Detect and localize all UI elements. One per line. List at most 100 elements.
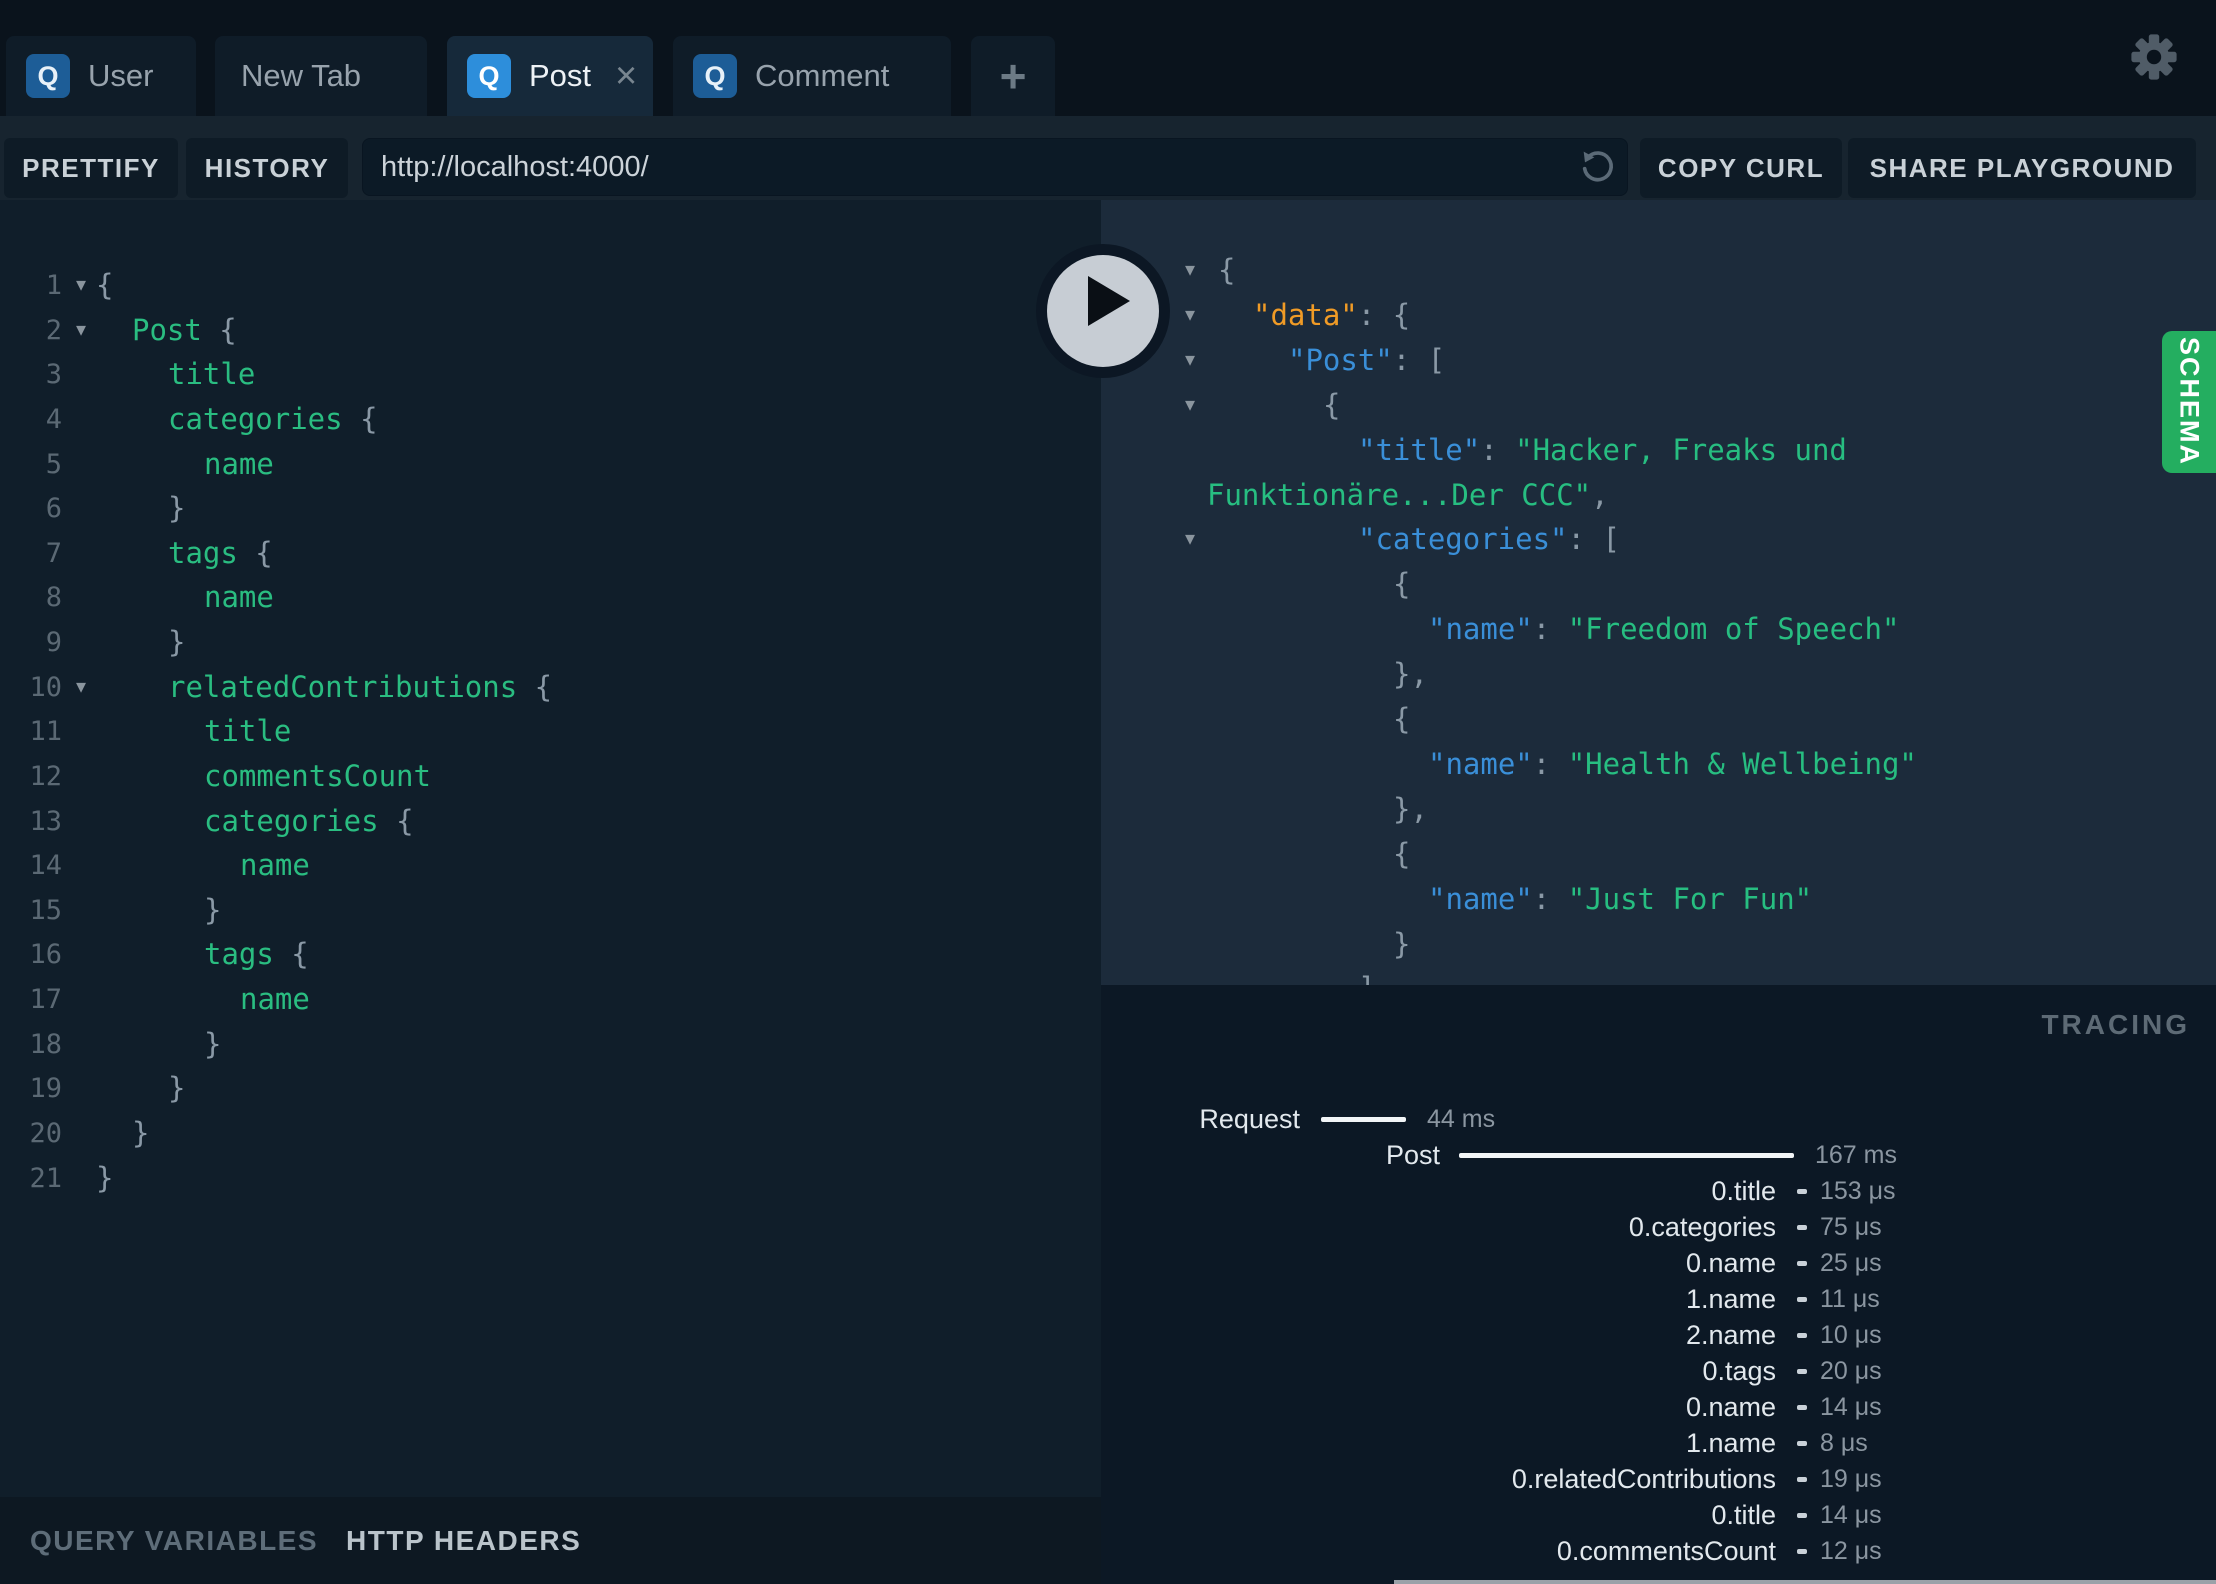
query-line: 19} [0, 1066, 1101, 1111]
prettify-button[interactable]: PRETTIFY [4, 138, 178, 198]
token: { [1393, 836, 1411, 871]
response-line: Funktionäre...Der CCC", [1101, 473, 2216, 518]
query-code: name [204, 575, 274, 620]
response-code: "data": { [1253, 293, 1410, 338]
tracing-duration-bar [1321, 1117, 1406, 1122]
query-code: } [168, 620, 185, 665]
history-button[interactable]: HISTORY [186, 138, 348, 198]
response-line: ▾ "data": { [1101, 293, 2216, 338]
token: { [96, 268, 114, 302]
token: }, [1393, 657, 1428, 692]
add-tab-button[interactable]: + [971, 36, 1055, 116]
fold-arrow-icon[interactable]: ▾ [66, 665, 96, 710]
query-line: 13 categories { [0, 799, 1101, 844]
token: categories [204, 803, 379, 838]
response-code: "Post": [ [1288, 338, 1445, 383]
tab-post[interactable]: Q Post × [447, 36, 653, 116]
tracing-row: 0.relatedContributions 19 μs [1101, 1461, 2216, 1497]
tab-user[interactable]: Q User [6, 36, 196, 116]
line-number: 21 [29, 1162, 62, 1194]
close-tab-icon[interactable]: × [615, 57, 637, 95]
tracing-dash [1797, 1297, 1807, 1302]
tracing-label: 0.relatedContributions [1511, 1464, 1776, 1494]
query-code: } [204, 1022, 221, 1067]
response-code: "categories": [ [1358, 517, 1620, 562]
tracing-row: Request 44 ms [1101, 1101, 2216, 1137]
query-line: 3 title [0, 352, 1101, 397]
query-code: name [240, 843, 310, 888]
tracing-row: 0.title 153 μs [1101, 1173, 2216, 1209]
query-line: 5 name [0, 442, 1101, 487]
token: commentsCount [204, 758, 431, 793]
response-line: ▾ "Post": [ [1101, 338, 2216, 383]
token: relatedContributions [168, 669, 518, 704]
horizontal-scrollbar[interactable] [1394, 1580, 2216, 1584]
tracing-value: 19 μs [1820, 1465, 1882, 1493]
query-code: Post { [132, 308, 237, 353]
tracing-value: 75 μs [1820, 1213, 1882, 1241]
line-number: 15 [29, 894, 62, 926]
line-number: 18 [29, 1028, 62, 1060]
token: } [132, 1115, 150, 1150]
query-line: 2 ▾ Post { [0, 308, 1101, 353]
tracing-row: 2.name 10 μs [1101, 1317, 2216, 1353]
token: : [1532, 881, 1568, 916]
fold-arrow-icon[interactable]: ▾ [1175, 383, 1205, 428]
endpoint-url-wrap [362, 138, 1628, 196]
query-line: 16 tags { [0, 932, 1101, 977]
tracing-label: 0.title [1711, 1500, 1776, 1530]
query-editor[interactable]: 1 ▾{2 ▾ Post {3 title 4 categories {5 name 6} 7 ta… [0, 200, 1101, 1497]
query-code: name [204, 442, 274, 487]
fold-arrow-icon[interactable]: ▾ [1175, 517, 1205, 562]
fold-arrow-icon[interactable]: ▾ [1175, 293, 1205, 338]
tracing-label: 0.categories [1628, 1212, 1776, 1242]
query-code: } [96, 1156, 113, 1201]
token: { [237, 535, 273, 570]
tracing-value: 12 μs [1820, 1537, 1882, 1565]
tracing-dash [1797, 1549, 1807, 1554]
schema-tab-button[interactable]: SCHEMA [2162, 331, 2216, 473]
response-line: ▾{ [1101, 248, 2216, 293]
execute-query-button[interactable] [1036, 244, 1170, 378]
token: "name" [1428, 881, 1533, 916]
share-playground-button[interactable]: SHARE PLAYGROUND [1848, 138, 2196, 198]
tracing-dash [1797, 1333, 1807, 1338]
token: } [168, 625, 186, 660]
token: name [240, 982, 310, 1017]
tracing-label: 0.name [1685, 1392, 1776, 1422]
tracing-value: 25 μs [1820, 1249, 1882, 1277]
fold-arrow-icon[interactable]: ▾ [66, 308, 96, 353]
token: { [1323, 387, 1341, 422]
refresh-icon[interactable] [1576, 147, 1616, 187]
query-line: 9} [0, 620, 1101, 665]
token: { [378, 803, 414, 838]
endpoint-url-input[interactable] [362, 138, 1628, 196]
response-code: }, [1393, 787, 1428, 832]
token: } [96, 1160, 114, 1195]
fold-arrow-icon[interactable]: ▾ [1175, 248, 1205, 293]
copy-curl-button[interactable]: COPY CURL [1640, 138, 1842, 198]
tracing-label: 0.tags [1702, 1356, 1776, 1386]
token: title [204, 714, 292, 749]
query-variables-toggle[interactable]: QUERY VARIABLES [30, 1525, 318, 1557]
tab-comment[interactable]: Q Comment [673, 36, 951, 116]
token: } [204, 892, 222, 927]
query-code: categories { [168, 397, 378, 442]
settings-gear-icon[interactable] [2130, 32, 2178, 82]
toolbar: PRETTIFY HISTORY COPY CURL SHARE PLAYGRO… [0, 116, 2216, 200]
response-code: "name": "Freedom of Speech" [1428, 607, 1899, 652]
tracing-value: 44 ms [1427, 1105, 1496, 1133]
token: : [1480, 432, 1516, 467]
token: { [517, 669, 553, 704]
fold-arrow-icon[interactable]: ▾ [1175, 338, 1205, 383]
tracing-title: TRACING [2041, 1009, 2190, 1040]
token: [ [1602, 522, 1620, 557]
query-code: tags { [168, 531, 273, 576]
tab-new-tab[interactable]: New Tab [215, 36, 427, 116]
fold-arrow-icon[interactable]: ▾ [66, 263, 96, 308]
token: [ [1427, 342, 1446, 377]
http-headers-toggle[interactable]: HTTP HEADERS [346, 1525, 581, 1557]
response-line: } [1101, 922, 2216, 967]
line-number: 4 [45, 403, 62, 435]
token: : [1532, 612, 1568, 647]
